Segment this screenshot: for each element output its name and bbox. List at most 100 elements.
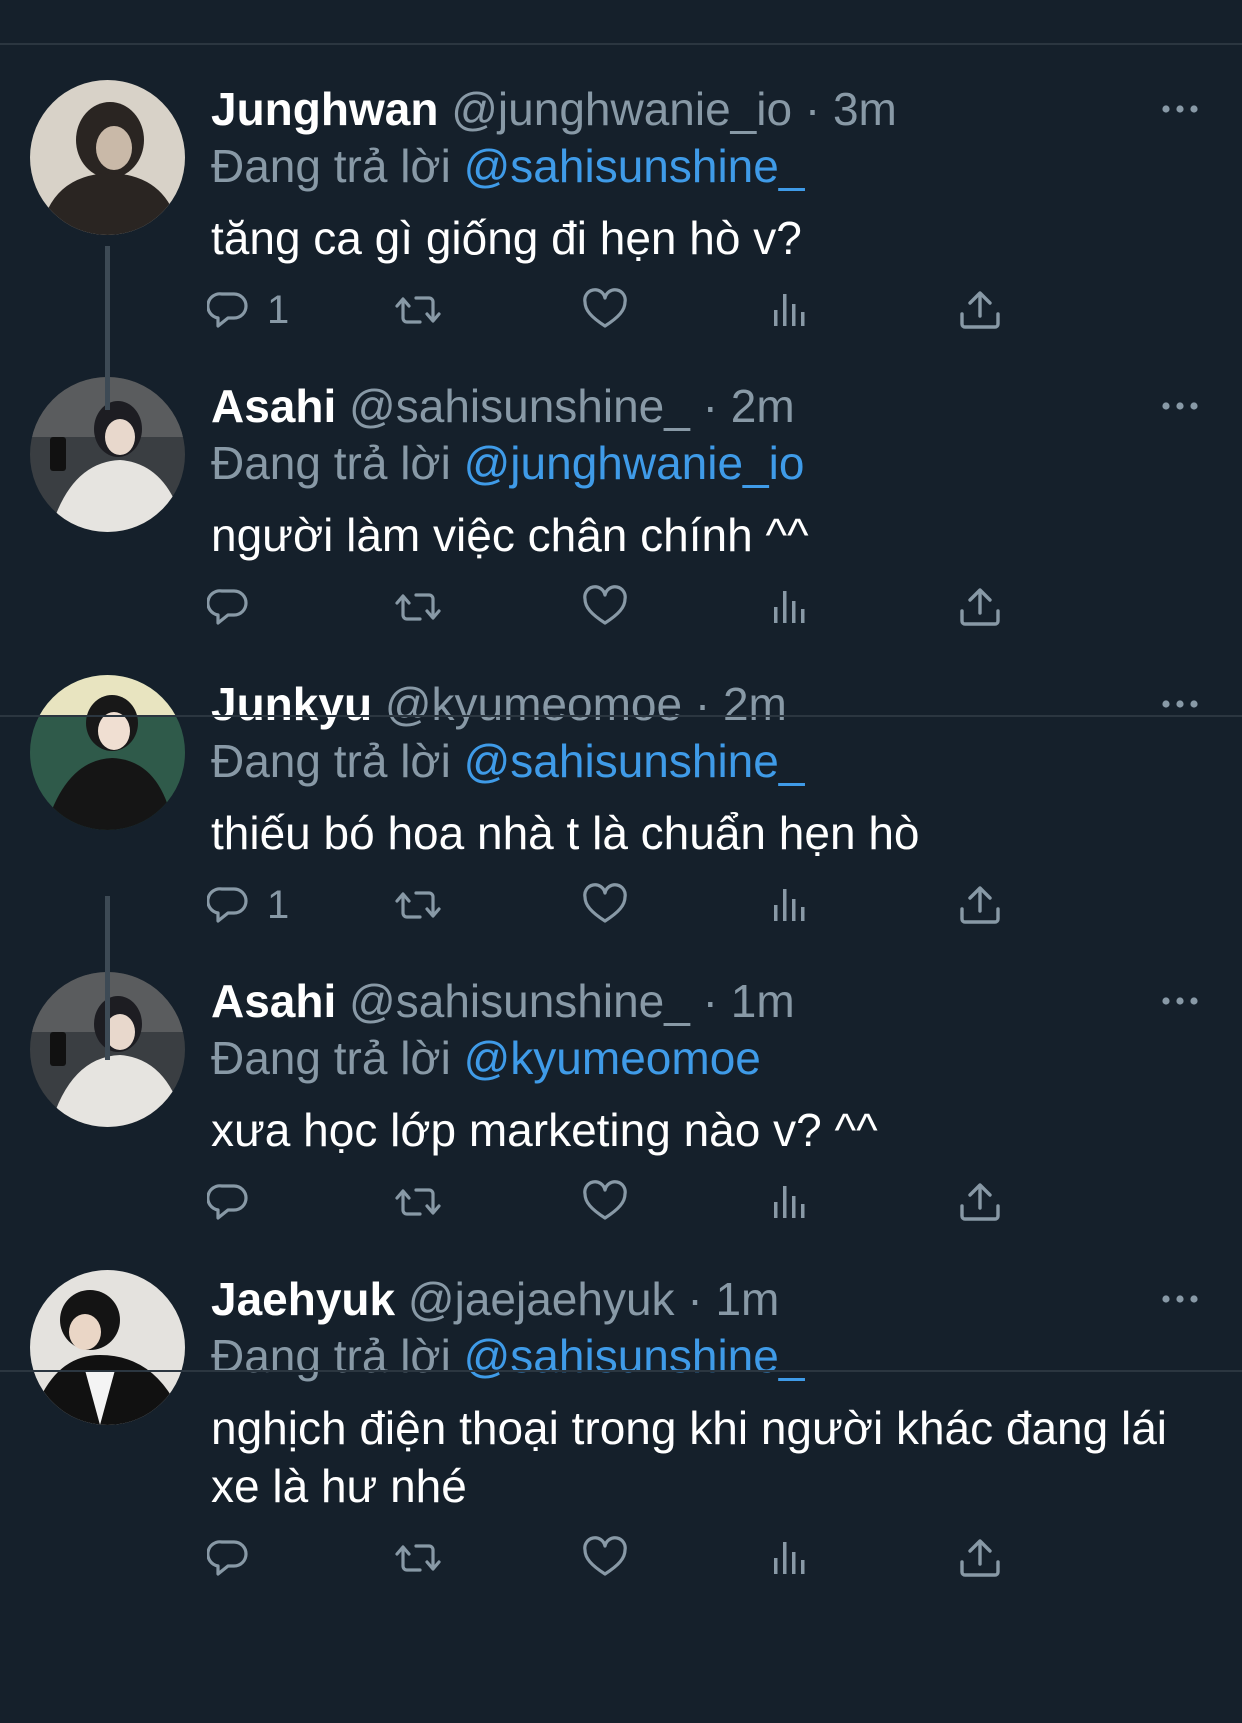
display-name[interactable]: Asahi — [211, 380, 336, 432]
reply-count: 1 — [267, 882, 290, 927]
retweet-button[interactable] — [393, 577, 443, 637]
reply-mention-link[interactable]: @sahisunshine_ — [464, 140, 805, 192]
replying-to: Đang trả lời @junghwanie_io — [211, 434, 1202, 492]
views-button[interactable] — [767, 875, 817, 935]
views-button[interactable] — [767, 280, 817, 340]
more-options-icon[interactable] — [1160, 986, 1200, 1016]
reply-button[interactable] — [207, 1172, 267, 1232]
timestamp[interactable]: 3m — [833, 83, 897, 135]
views-button[interactable] — [767, 1528, 817, 1588]
tweet-header: Asahi @sahisunshine_ · 2m — [211, 377, 1202, 435]
tweet-actions — [207, 1172, 1111, 1232]
tweet-content: Asahi @sahisunshine_ · 2m Đang trả lời @j… — [211, 377, 1202, 564]
replying-to-label: Đang trả lời — [211, 140, 451, 192]
tweet-text: người làm việc chân chính ^^ — [211, 509, 809, 561]
tweet-header: Jaehyuk @jaejaehyuk · 1m — [211, 1270, 1202, 1328]
display-name[interactable]: Junghwan — [211, 83, 438, 135]
user-handle[interactable]: @jaejaehyuk — [408, 1273, 675, 1325]
share-button[interactable] — [955, 577, 1005, 637]
share-icon — [955, 1180, 1005, 1224]
reply-mention-link[interactable]: @sahisunshine_ — [464, 1330, 805, 1382]
retweet-icon — [393, 1536, 443, 1580]
tweet-actions — [207, 1528, 1111, 1588]
like-icon — [580, 585, 630, 629]
user-handle[interactable]: @sahisunshine_ — [349, 975, 690, 1027]
replying-to-label: Đang trả lời — [211, 735, 451, 787]
tweet-actions — [207, 577, 1111, 637]
tweet-header: Junghwan @junghwanie_io · 3m — [211, 80, 1202, 138]
replying-to: Đang trả lời @kyumeomoe — [211, 1029, 1202, 1087]
like-button[interactable] — [580, 1528, 630, 1588]
reply-icon — [207, 1180, 257, 1224]
separator-dot: · — [694, 678, 711, 730]
avatar[interactable] — [30, 80, 185, 235]
display-name[interactable]: Jaehyuk — [211, 1273, 395, 1325]
replying-to: Đang trả lời @sahisunshine_ — [211, 732, 1202, 790]
reply-button[interactable] — [207, 1528, 267, 1588]
user-handle[interactable]: @kyumeomoe — [385, 678, 682, 730]
share-button[interactable] — [955, 875, 1005, 935]
like-button[interactable] — [580, 875, 630, 935]
retweet-button[interactable] — [393, 280, 443, 340]
retweet-icon — [393, 585, 443, 629]
user-handle[interactable]: @junghwanie_io — [451, 83, 792, 135]
replying-to-label: Đang trả lời — [211, 1032, 451, 1084]
reply-icon — [207, 288, 257, 332]
tweet-content: Junghwan @junghwanie_io · 3m Đang trả lời… — [211, 80, 1202, 267]
reply-mention-link[interactable]: @junghwanie_io — [464, 437, 805, 489]
timestamp[interactable]: 2m — [731, 380, 795, 432]
views-icon — [767, 288, 817, 332]
retweet-icon — [393, 883, 443, 927]
share-icon — [955, 883, 1005, 927]
share-icon — [955, 585, 1005, 629]
thread-connector-line — [105, 896, 110, 1060]
reply-button[interactable]: 1 — [207, 875, 289, 935]
replying-to: Đang trả lời @sahisunshine_ — [211, 137, 1202, 195]
like-icon — [580, 1536, 630, 1580]
separator-dot: · — [702, 380, 718, 432]
more-options-icon[interactable] — [1160, 391, 1200, 421]
tweet-text: nghịch điện thoại trong khi người khác đ… — [211, 1402, 1168, 1512]
share-button[interactable] — [955, 280, 1005, 340]
like-icon — [580, 1180, 630, 1224]
thread-connector-line — [105, 246, 110, 410]
tweet-header: Junkyu @kyumeomoe · 2m — [211, 675, 1202, 733]
reply-icon — [207, 1536, 257, 1580]
like-button[interactable] — [580, 280, 630, 340]
share-button[interactable] — [955, 1172, 1005, 1232]
tweet-content: Asahi @sahisunshine_ · 1m Đang trả lời @k… — [211, 972, 1202, 1159]
reply-mention-link[interactable]: @sahisunshine_ — [464, 735, 805, 787]
timestamp[interactable]: 2m — [723, 678, 787, 730]
reply-button[interactable] — [207, 577, 267, 637]
more-options-icon[interactable] — [1160, 1284, 1200, 1314]
like-button[interactable] — [580, 1172, 630, 1232]
retweet-button[interactable] — [393, 1528, 443, 1588]
reply-icon — [207, 883, 257, 927]
avatar[interactable] — [30, 675, 185, 830]
timestamp[interactable]: 1m — [715, 1273, 779, 1325]
share-button[interactable] — [955, 1528, 1005, 1588]
reply-icon — [207, 585, 257, 629]
reply-mention-link[interactable]: @kyumeomoe — [464, 1032, 761, 1084]
avatar[interactable] — [30, 1270, 185, 1425]
retweet-button[interactable] — [393, 875, 443, 935]
views-button[interactable] — [767, 1172, 817, 1232]
replying-to: Đang trả lời @sahisunshine_ — [211, 1327, 1202, 1385]
tweet-text: thiếu bó hoa nhà t là chuẩn hẹn hò — [211, 807, 920, 859]
user-handle[interactable]: @sahisunshine_ — [349, 380, 690, 432]
reply-button[interactable]: 1 — [207, 280, 289, 340]
like-button[interactable] — [580, 577, 630, 637]
separator-dot: · — [687, 1273, 703, 1325]
retweet-button[interactable] — [393, 1172, 443, 1232]
tweet-text: xưa học lớp marketing nào v? ^^ — [211, 1104, 878, 1156]
views-button[interactable] — [767, 577, 817, 637]
timestamp[interactable]: 1m — [731, 975, 795, 1027]
views-icon — [767, 585, 817, 629]
tweet-header: Asahi @sahisunshine_ · 1m — [211, 972, 1202, 1030]
views-icon — [767, 1180, 817, 1224]
reply-count: 1 — [267, 287, 290, 332]
more-options-icon[interactable] — [1160, 94, 1200, 124]
display-name[interactable]: Junkyu — [211, 678, 372, 730]
share-icon — [955, 288, 1005, 332]
display-name[interactable]: Asahi — [211, 975, 336, 1027]
